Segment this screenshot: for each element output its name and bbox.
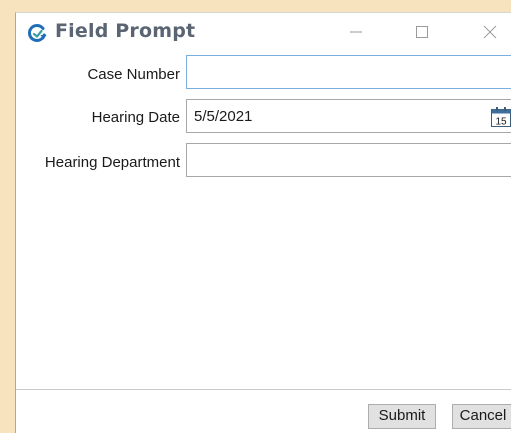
case-number-label: Case Number [87,66,180,83]
case-number-input[interactable] [186,55,511,89]
hearing-date-label: Hearing Date [91,109,180,126]
window-title: Field Prompt [55,20,196,42]
maximize-button[interactable] [407,19,437,45]
submit-button[interactable]: Submit [368,404,436,429]
cancel-button[interactable]: Cancel [452,404,511,429]
close-icon [483,25,497,39]
hearing-date-input[interactable]: 5/5/2021 15 [186,99,511,133]
refresh-cycle-icon [26,22,48,44]
calendar-day-number: 15 [495,117,507,128]
field-prompt-dialog: Field Prompt Case Number Hearing Date 5/… [15,12,511,433]
footer-divider [16,389,511,390]
hearing-date-value: 5/5/2021 [194,108,253,125]
maximize-icon [416,26,428,38]
hearing-department-label: Hearing Department [44,154,180,171]
hearing-department-input[interactable] [186,143,511,177]
close-button[interactable] [475,19,505,45]
minimize-button[interactable] [341,19,371,45]
title-bar[interactable]: Field Prompt [16,13,511,51]
minimize-icon [350,31,362,33]
calendar-icon[interactable]: 15 [489,105,511,129]
